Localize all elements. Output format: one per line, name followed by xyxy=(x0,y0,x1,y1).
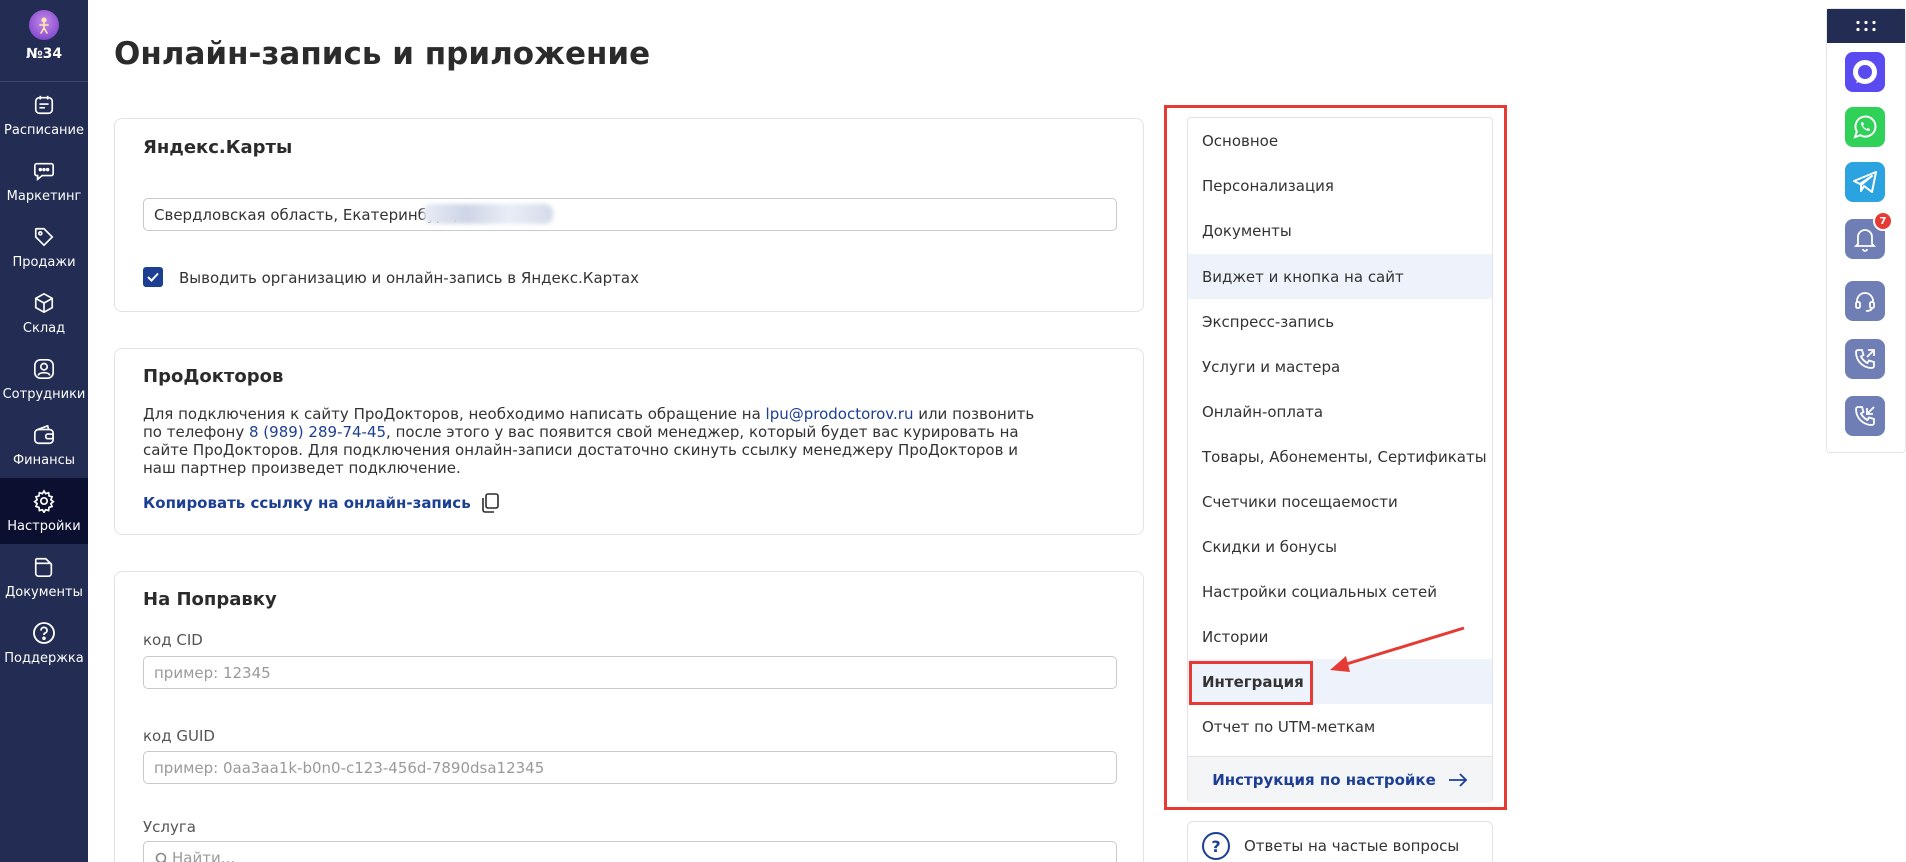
menu-item-main[interactable]: Основное xyxy=(1188,118,1492,163)
menu-item-personalization[interactable]: Персонализация xyxy=(1188,163,1492,208)
yandex-maps-card: Яндекс.Карты Выводить организацию и онла… xyxy=(114,118,1144,312)
phone-outgoing-icon xyxy=(1855,349,1875,369)
sidebar-item-label: Склад xyxy=(22,321,66,336)
page-title: Онлайн-запись и приложение xyxy=(114,36,651,72)
cid-input[interactable] xyxy=(143,656,1117,689)
prodoctorov-email-link[interactable]: lpu@prodoctorov.ru xyxy=(766,405,914,423)
notifications-badge: 7 xyxy=(1873,211,1893,231)
box-icon xyxy=(31,290,57,316)
prodoctorov-description: Для подключения к сайту ПроДокторов, нео… xyxy=(143,405,1043,477)
sidebar-item-support[interactable]: Поддержка xyxy=(0,610,88,676)
menu-item-online-payment[interactable]: Онлайн-оплата xyxy=(1188,389,1492,434)
prodoctorov-card: ПроДокторов Для подключения к сайту ПроД… xyxy=(114,348,1144,535)
notifications-button[interactable]: 7 xyxy=(1845,211,1893,259)
annotation-arrow-icon xyxy=(1330,626,1465,672)
sidebar-item-settings[interactable]: Настройки xyxy=(0,478,88,544)
sidebar-item-label: Документы xyxy=(5,585,83,600)
menu-item-discounts[interactable]: Скидки и бонусы xyxy=(1188,524,1492,569)
menu-item-counters[interactable]: Счетчики посещаемости xyxy=(1188,479,1492,524)
copy-link-label: Копировать ссылку на онлайн-запись xyxy=(143,494,471,512)
whatsapp-button[interactable] xyxy=(1845,107,1885,147)
arrow-right-icon xyxy=(1448,773,1468,787)
folder-icon xyxy=(31,554,57,580)
napopravku-card: На Поправку код CID код GUID Услуга xyxy=(114,571,1144,862)
setup-instructions-label: Инструкция по настройке xyxy=(1212,771,1436,789)
messenger-icon xyxy=(1853,60,1877,84)
headset-icon xyxy=(1855,292,1875,312)
sidebar-item-label: Продажи xyxy=(12,255,76,270)
brand[interactable]: №34 xyxy=(0,0,88,82)
faq-link[interactable]: ? Ответы на частые вопросы xyxy=(1187,821,1493,862)
menu-item-documents[interactable]: Документы xyxy=(1188,208,1492,253)
calendar-icon xyxy=(31,92,57,118)
cid-label: код CID xyxy=(143,631,203,649)
yandex-address-input[interactable] xyxy=(143,198,1117,231)
prodoctorov-phone-link[interactable]: 8 (989) 289-74-45 xyxy=(249,423,386,441)
sidebar-item-schedule[interactable]: Расписание xyxy=(0,82,88,148)
napopravku-title: На Поправку xyxy=(143,589,277,610)
prodoctorov-text-1: Для подключения к сайту ПроДокторов, нео… xyxy=(143,405,766,423)
communications-widget-bar: 7 xyxy=(1826,8,1906,453)
integration-highlight-frame xyxy=(1189,661,1313,705)
outgoing-call-button[interactable] xyxy=(1845,339,1885,379)
copy-online-link-button[interactable]: Копировать ссылку на онлайн-запись xyxy=(143,493,499,513)
gear-icon xyxy=(31,488,57,514)
service-label: Услуга xyxy=(143,818,196,836)
help-icon xyxy=(31,620,57,646)
sidebar-item-sales[interactable]: Продажи xyxy=(0,214,88,280)
wallet-icon xyxy=(31,422,57,448)
yandex-checkbox-label: Выводить организацию и онлайн-запись в Я… xyxy=(179,269,639,287)
telegram-button[interactable] xyxy=(1845,162,1885,202)
bell-icon xyxy=(1853,229,1877,252)
sidebar-item-finance[interactable]: Финансы xyxy=(0,412,88,478)
main-sidebar: №34 Расписание Маркетинг Продажи Склад С… xyxy=(0,0,88,862)
sidebar-item-label: Расписание xyxy=(4,123,84,138)
menu-item-express[interactable]: Экспресс-запись xyxy=(1188,299,1492,344)
sidebar-item-marketing[interactable]: Маркетинг xyxy=(0,148,88,214)
user-icon xyxy=(31,356,57,382)
menu-item-widget[interactable]: Виджет и кнопка на сайт xyxy=(1188,254,1492,299)
apps-grid-button[interactable] xyxy=(1827,9,1905,43)
yandex-show-checkbox[interactable] xyxy=(143,267,163,287)
guid-label: код GUID xyxy=(143,727,215,745)
sidebar-item-label: Финансы xyxy=(12,453,76,468)
sidebar-item-documents[interactable]: Документы xyxy=(0,544,88,610)
guid-input[interactable] xyxy=(143,751,1117,784)
sidebar-item-warehouse[interactable]: Склад xyxy=(0,280,88,346)
copy-icon xyxy=(481,493,499,513)
help-icon: ? xyxy=(1202,832,1230,860)
faq-label: Ответы на частые вопросы xyxy=(1244,837,1460,855)
tag-icon xyxy=(31,224,57,250)
user-avatar-icon[interactable] xyxy=(29,10,59,40)
support-call-button[interactable] xyxy=(1845,281,1885,321)
sidebar-item-label: Поддержка xyxy=(4,651,84,666)
checkmark-icon xyxy=(147,272,159,282)
sidebar-item-label: Настройки xyxy=(7,519,81,534)
whatsapp-icon xyxy=(1853,115,1877,139)
apps-grid-icon xyxy=(1856,20,1876,32)
sidebar-item-employees[interactable]: Сотрудники xyxy=(0,346,88,412)
sidebar-item-label: Маркетинг xyxy=(6,189,82,204)
menu-item-services[interactable]: Услуги и мастера xyxy=(1188,344,1492,389)
prodoctorov-title: ПроДокторов xyxy=(143,366,284,387)
chat-icon xyxy=(31,158,57,184)
menu-item-goods[interactable]: Товары, Абонементы, Сертификаты xyxy=(1188,434,1492,479)
brand-label: №34 xyxy=(25,46,63,62)
redacted-address-part xyxy=(423,204,553,224)
telegram-icon xyxy=(1853,171,1877,193)
menu-item-social[interactable]: Настройки социальных сетей xyxy=(1188,569,1492,614)
incoming-call-button[interactable] xyxy=(1845,396,1885,436)
menu-item-utm[interactable]: Отчет по UTM-меткам xyxy=(1188,704,1492,749)
service-search-input[interactable] xyxy=(143,841,1117,862)
search-icon xyxy=(155,852,167,862)
setup-instructions-link[interactable]: Инструкция по настройке xyxy=(1188,756,1492,803)
sidebar-item-label: Сотрудники xyxy=(2,387,86,402)
yandex-maps-title: Яндекс.Карты xyxy=(143,137,293,158)
messenger-button[interactable] xyxy=(1845,52,1885,92)
phone-incoming-icon xyxy=(1855,406,1875,426)
